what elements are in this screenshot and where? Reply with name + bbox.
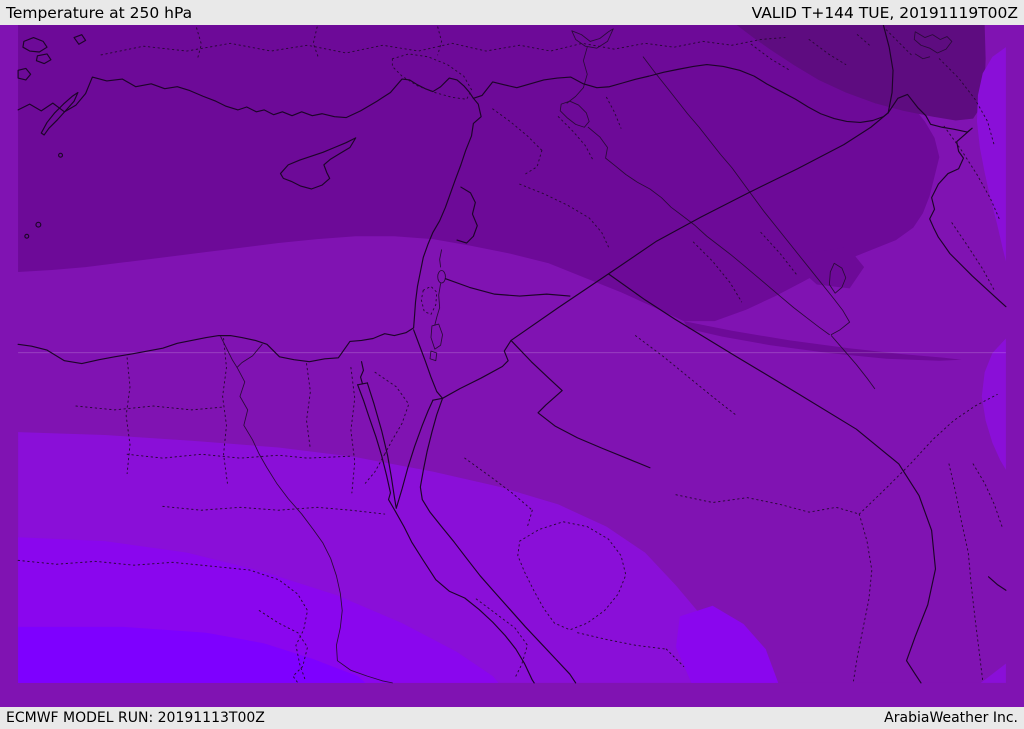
model-run-label: ECMWF MODEL RUN: 20191113T00Z <box>6 710 265 726</box>
weather-map-screen: Temperature at 250 hPa VALID T+144 TUE, … <box>0 0 1024 729</box>
footer-bar: ECMWF MODEL RUN: 20191113T00Z ArabiaWeat… <box>0 707 1024 729</box>
valid-time-label: VALID T+144 TUE, 20191119T00Z <box>751 3 1018 22</box>
header-bar: Temperature at 250 hPa VALID T+144 TUE, … <box>0 0 1024 25</box>
credit-label: ArabiaWeather Inc. <box>884 710 1018 726</box>
latitude-hint-line <box>18 352 1006 354</box>
temperature-map <box>17 25 1007 684</box>
map-title: Temperature at 250 hPa <box>6 3 193 22</box>
